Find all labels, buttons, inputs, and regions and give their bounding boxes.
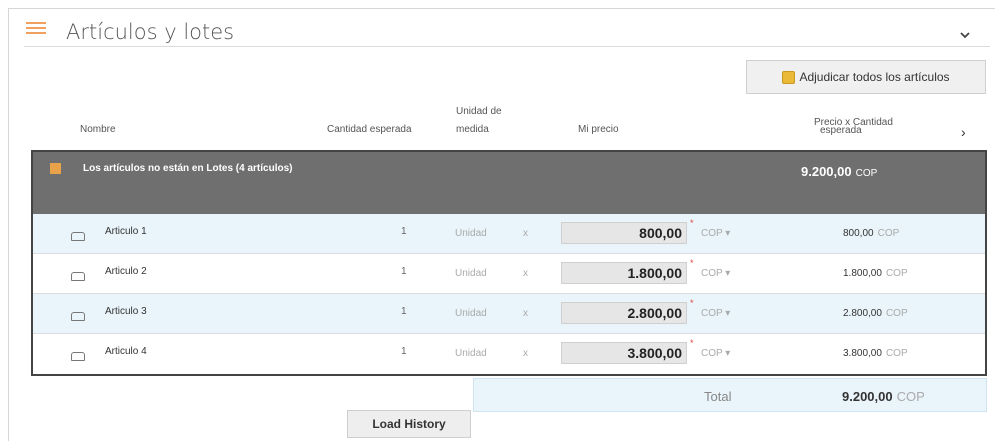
required-mark: *: [690, 298, 694, 308]
group-row[interactable]: Los artículos no están en Lotes (4 artíc…: [33, 152, 985, 214]
col-unidad-line1: Unidad de: [456, 106, 502, 117]
table-row: Articulo 3 1 Unidad x 2.800,00 * COP ▾ 2…: [33, 294, 985, 334]
col-unidad-line2: medida: [456, 124, 489, 135]
section-title: Artículos y lotes: [66, 20, 235, 44]
chevron-right-icon[interactable]: ›: [961, 124, 966, 140]
required-mark: *: [690, 338, 694, 348]
item-qty: 1: [401, 306, 407, 317]
item-name: Articulo 2: [105, 266, 147, 277]
currency-select[interactable]: COP ▾: [701, 348, 730, 359]
item-total: 800,00 COP: [843, 228, 900, 239]
award-cup-icon: [782, 70, 796, 84]
item-total: 2.800,00 COP: [843, 308, 908, 319]
price-input[interactable]: 1.800,00: [561, 262, 687, 284]
item-name: Articulo 3: [105, 306, 147, 317]
chevron-down-icon[interactable]: [958, 28, 972, 42]
item-qty: 1: [401, 346, 407, 357]
item-icon: [71, 272, 85, 281]
col-total-line2: esperada: [820, 125, 862, 136]
items-table: Los artículos no están en Lotes (4 artíc…: [31, 150, 987, 376]
item-name: Articulo 4: [105, 346, 147, 357]
table-row: Articulo 4 1 Unidad x 3.800,00 * COP ▾ 3…: [33, 334, 985, 374]
total-value: 9.200,00 COP: [842, 389, 925, 404]
col-cantidad: Cantidad esperada: [327, 124, 412, 135]
total-label: Total: [704, 389, 732, 404]
item-total: 3.800,00 COP: [843, 348, 908, 359]
total-summary: Total 9.200,00 COP: [473, 378, 987, 412]
item-total: 1.800,00 COP: [843, 268, 908, 279]
price-input[interactable]: 2.800,00: [561, 302, 687, 324]
adjudicar-todos-button[interactable]: Adjudicar todos los artículos: [746, 60, 986, 94]
title-divider: [24, 46, 990, 47]
item-unit: Unidad: [455, 268, 487, 279]
currency-select[interactable]: COP ▾: [701, 268, 730, 279]
price-input[interactable]: 800,00: [561, 222, 687, 244]
list-icon: [26, 22, 46, 34]
col-nombre: Nombre: [80, 124, 116, 135]
grid-icon: [50, 163, 61, 174]
item-qty: 1: [401, 226, 407, 237]
col-mi-precio: Mi precio: [578, 124, 619, 135]
multiply-sign: x: [523, 348, 528, 359]
currency-select[interactable]: COP ▾: [701, 228, 730, 239]
item-icon: [71, 352, 85, 361]
item-icon: [71, 312, 85, 321]
item-unit: Unidad: [455, 348, 487, 359]
group-label: Los artículos no están en Lotes (4 artíc…: [83, 163, 293, 174]
item-qty: 1: [401, 266, 407, 277]
adjudicar-label: Adjudicar todos los artículos: [799, 70, 950, 84]
multiply-sign: x: [523, 268, 528, 279]
group-total: 9.200,00 COP: [801, 164, 878, 179]
load-history-button[interactable]: Load History: [347, 410, 471, 438]
item-name: Articulo 1: [105, 226, 147, 237]
item-unit: Unidad: [455, 308, 487, 319]
multiply-sign: x: [523, 228, 528, 239]
table-row: Articulo 2 1 Unidad x 1.800,00 * COP ▾ 1…: [33, 254, 985, 294]
currency-select[interactable]: COP ▾: [701, 308, 730, 319]
item-icon: [71, 232, 85, 241]
required-mark: *: [690, 218, 694, 228]
multiply-sign: x: [523, 308, 528, 319]
item-unit: Unidad: [455, 228, 487, 239]
required-mark: *: [690, 258, 694, 268]
price-input[interactable]: 3.800,00: [561, 342, 687, 364]
table-row: Articulo 1 1 Unidad x 800,00 * COP ▾ 800…: [33, 214, 985, 254]
